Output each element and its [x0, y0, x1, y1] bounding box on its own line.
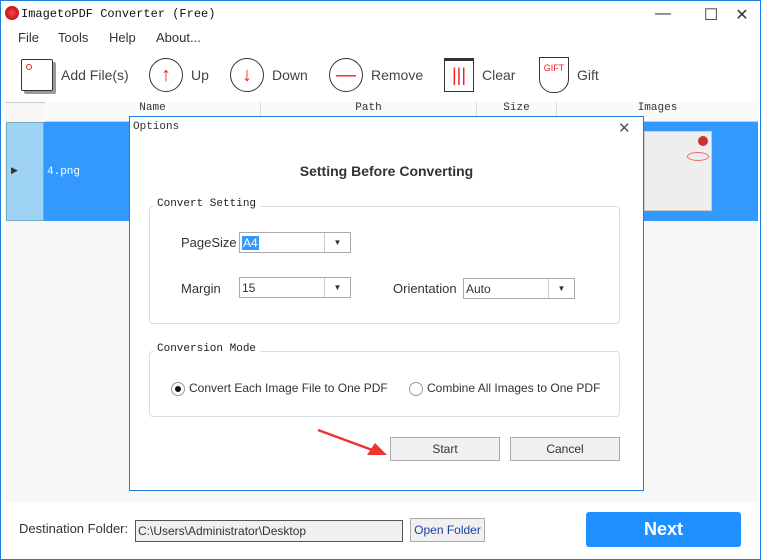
arrow-down-icon: ↓	[230, 58, 264, 92]
orientation-value: Auto	[466, 281, 491, 296]
up-label: Up	[191, 67, 209, 83]
next-button[interactable]: Next	[586, 512, 741, 547]
add-files-button[interactable]: Add File(s)	[21, 55, 129, 95]
down-label: Down	[272, 67, 308, 83]
orientation-select[interactable]: Auto ▼	[463, 278, 575, 299]
remove-label: Remove	[371, 67, 424, 83]
radio-unchecked-icon	[409, 381, 423, 396]
mode-each-label: Convert Each Image File to One PDF	[189, 381, 388, 395]
clear-label: Clear	[482, 67, 516, 83]
red-arrow-annotation	[317, 428, 387, 455]
convert-setting-group	[149, 206, 620, 324]
menu-file[interactable]: File	[18, 30, 39, 45]
app-logo-icon	[5, 6, 19, 20]
mode-combine-label: Combine All Images to One PDF	[427, 381, 601, 395]
row-header[interactable]: ▶	[6, 122, 44, 221]
gift-button[interactable]: GIFT Gift	[539, 55, 599, 95]
convert-setting-label: Convert Setting	[153, 198, 261, 210]
arrow-up-icon: ↑	[149, 58, 183, 92]
remove-button[interactable]: — Remove	[329, 55, 423, 95]
menu-about[interactable]: About...	[156, 30, 201, 45]
image-icon	[21, 59, 53, 91]
minimize-button[interactable]: —	[648, 5, 678, 23]
orientation-label: Orientation	[393, 281, 457, 296]
close-button[interactable]: ✕	[727, 5, 757, 25]
app-window: ImagetoPDF Converter (Free) — ☐ ✕ File T…	[0, 0, 761, 560]
gift-trophy-icon: GIFT	[539, 57, 569, 93]
margin-value: 15	[242, 280, 256, 295]
trash-icon: |||	[444, 58, 474, 92]
up-button[interactable]: ↑ Up	[149, 55, 209, 95]
cancel-button[interactable]: Cancel	[510, 437, 620, 461]
image-thumbnail	[644, 131, 712, 211]
chevron-down-icon: ▼	[324, 233, 350, 252]
window-title: ImagetoPDF Converter (Free)	[21, 7, 216, 21]
dialog-close-icon[interactable]: ✕	[618, 119, 631, 137]
menu-tools[interactable]: Tools	[58, 30, 88, 45]
pagesize-value: A4	[242, 235, 259, 250]
file-name: 4.png	[47, 166, 81, 178]
mode-each-radio[interactable]: Convert Each Image File to One PDF	[171, 381, 388, 396]
margin-select[interactable]: 15 ▼	[239, 277, 351, 298]
mode-combine-radio[interactable]: Combine All Images to One PDF	[409, 381, 600, 396]
radio-checked-icon	[171, 381, 185, 396]
conversion-mode-label: Conversion Mode	[153, 343, 261, 355]
add-files-label: Add File(s)	[61, 67, 129, 83]
chevron-down-icon: ▼	[324, 278, 350, 297]
menu-help[interactable]: Help	[109, 30, 136, 45]
maximize-button[interactable]: ☐	[696, 5, 726, 25]
pagesize-select[interactable]: A4 ▼	[239, 232, 351, 253]
start-button[interactable]: Start	[390, 437, 500, 461]
dialog-title: Options	[133, 121, 180, 133]
clear-button[interactable]: ||| Clear	[444, 55, 515, 95]
pagesize-label: PageSize	[181, 235, 237, 250]
down-button[interactable]: ↓ Down	[230, 55, 308, 95]
chevron-down-icon: ▼	[548, 279, 574, 298]
destination-input[interactable]: C:\Users\Administrator\Desktop	[135, 520, 403, 542]
dialog-heading: Setting Before Converting	[299, 163, 474, 179]
minus-icon: —	[329, 58, 363, 92]
options-dialog: Options ✕ Setting Before Converting Conv…	[129, 116, 644, 491]
gift-label: Gift	[577, 67, 599, 83]
destination-label: Destination Folder:	[19, 521, 129, 536]
open-folder-button[interactable]: Open Folder	[410, 518, 485, 542]
margin-label: Margin	[181, 281, 221, 296]
